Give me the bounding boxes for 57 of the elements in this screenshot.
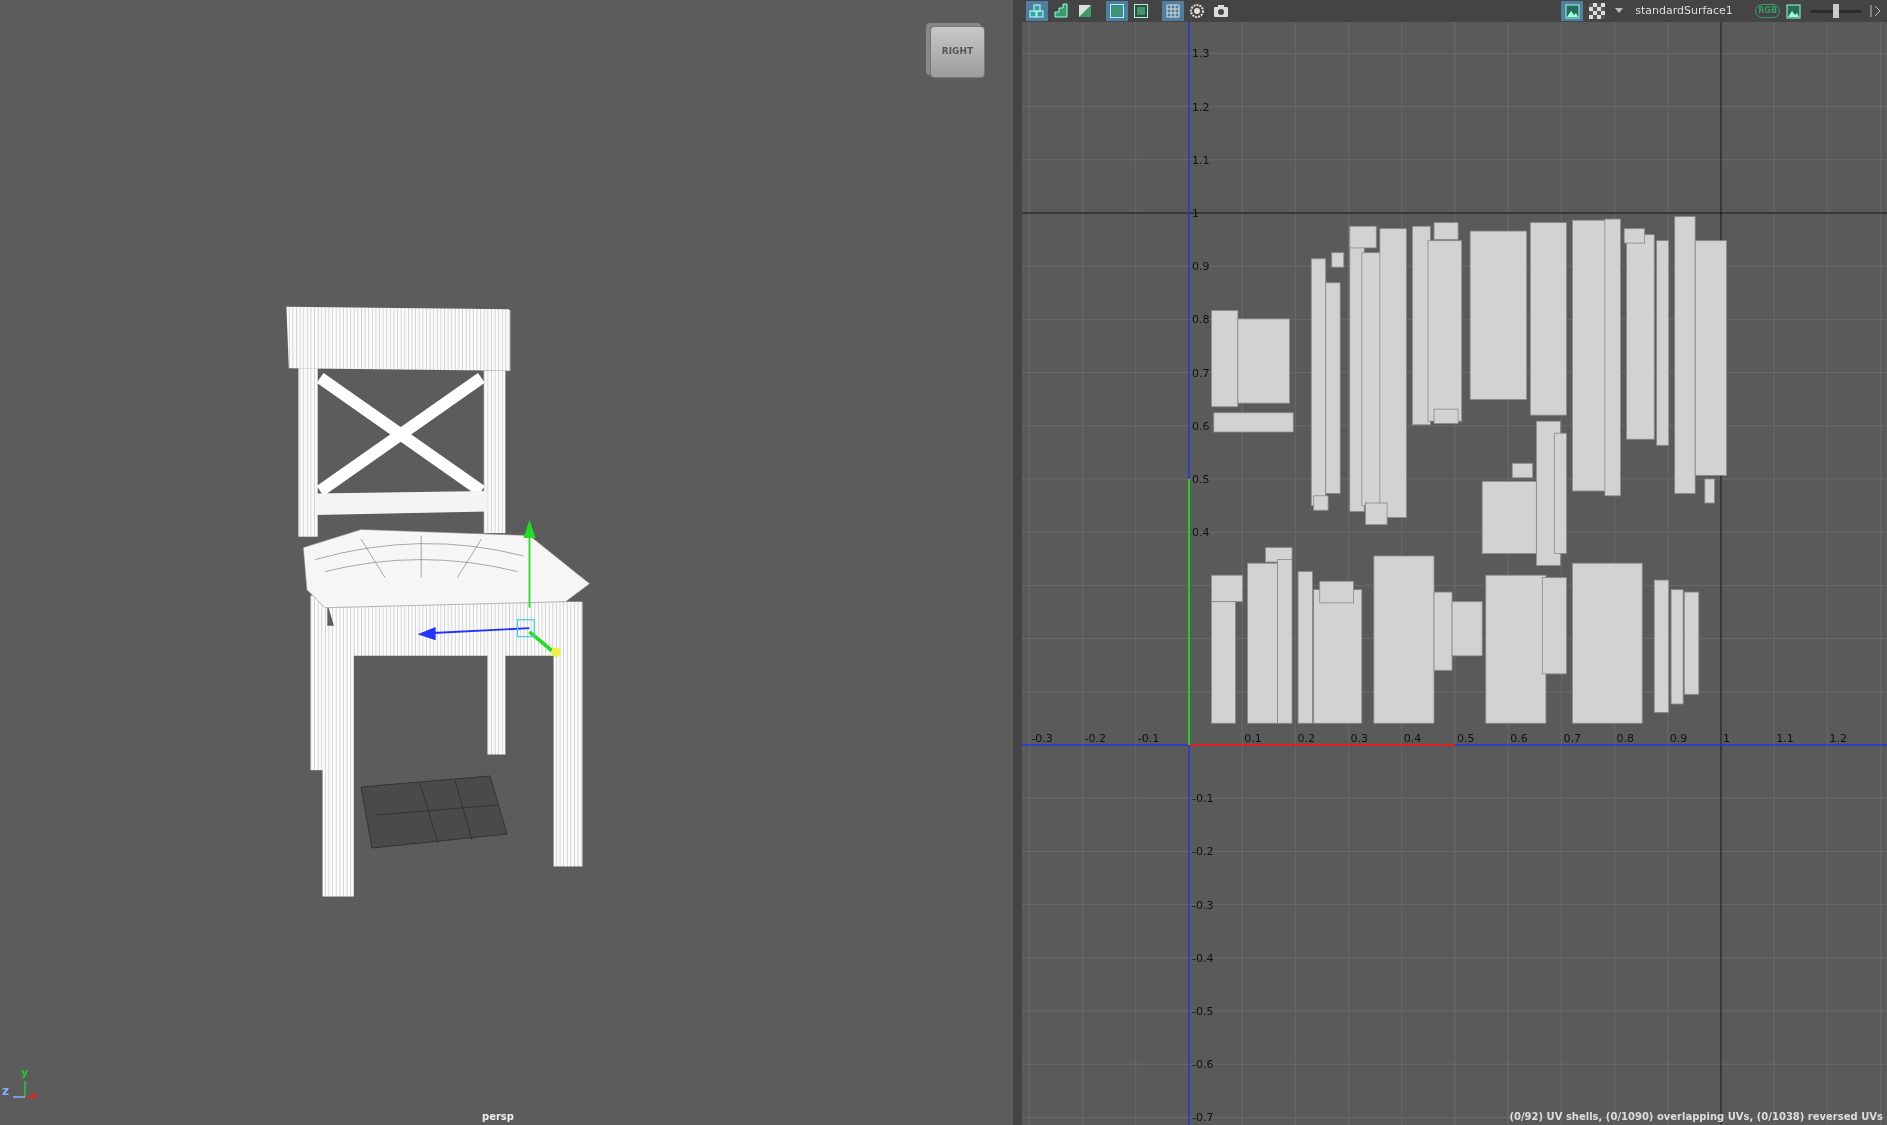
- v-axis-label: 1.1: [1192, 153, 1210, 167]
- u-axis-label: 0.3: [1350, 732, 1369, 745]
- u-axis-label: -0.1: [1137, 732, 1160, 745]
- checker-icon[interactable]: [1589, 3, 1606, 19]
- camera-label: persp: [482, 1110, 514, 1124]
- v-axis-label: 0.6: [1192, 419, 1210, 433]
- chevron-right-icon[interactable]: [1869, 4, 1883, 18]
- grid-icon: [1165, 3, 1181, 19]
- u-axis-label: 0.6: [1510, 732, 1528, 745]
- u-axis-label: 1.1: [1776, 732, 1794, 745]
- u-axis-label: 0.9: [1669, 732, 1688, 745]
- v-axis-label: 0.8: [1192, 313, 1210, 327]
- camera-icon: [1213, 3, 1229, 19]
- frame-icon: [1109, 3, 1125, 19]
- axis-label: x: [30, 1088, 38, 1104]
- exposure-slider[interactable]: [1811, 4, 1861, 18]
- u-axis-label: -0.2: [1084, 732, 1107, 745]
- v-axis-label: 1.3: [1192, 47, 1210, 61]
- circle-icon: [1189, 3, 1205, 19]
- grid-stack-icon: [1029, 3, 1045, 19]
- u-axis-label: 0.4: [1403, 732, 1422, 745]
- v-axis-label: -0.1: [1192, 792, 1214, 806]
- image-button[interactable]: [1561, 1, 1584, 21]
- shaded-square-icon: [1077, 3, 1093, 19]
- toolbar-button[interactable]: [1106, 1, 1128, 21]
- v-axis-label: -0.2: [1192, 845, 1214, 859]
- v-axis-label: 0.4: [1192, 526, 1210, 540]
- u-axis-label: 0.5: [1457, 732, 1475, 745]
- frame-icon: [1133, 3, 1149, 19]
- image-icon[interactable]: [1786, 3, 1801, 19]
- steps-icon: [1053, 3, 1069, 19]
- v-axis-label: 0.5: [1192, 473, 1210, 486]
- v-axis-label: 0.7: [1192, 366, 1210, 380]
- v-axis-label: 1.2: [1192, 100, 1210, 114]
- u-axis-label: 0.7: [1563, 732, 1581, 745]
- axis-label: y: [21, 1065, 29, 1081]
- uv-canvas[interactable]: -0.3 -0.2 -0.1 0.1 0.2 0.3 0.4 0.5 0.6 0.7 0.8 0.9 1 1.1 1.2 1.3 1.2 1.1 1 0.9 0.8 0.7 0.6 0.5 0.4 -0.1 -0.2 -0.3 -0.4 -0.5 -0.6 -0.7 (0/92) UV shells, (0/1090) overlapping UVs, (0/1038) reversed UVs: [1022, 22, 1887, 1125]
- v-axis-label: -0.3: [1192, 898, 1214, 912]
- v-axis-label: 0.9: [1192, 260, 1210, 274]
- axis-label: z: [2, 1083, 9, 1100]
- u-axis-label: -0.3: [1031, 732, 1053, 745]
- u-axis-label: 1.2: [1829, 732, 1847, 745]
- uv-status: (0/92) UV shells, (0/1090) overlapping UVs, (0/1038) reversed UVs: [1509, 1110, 1883, 1124]
- v-axis-label: 1: [1192, 207, 1199, 220]
- caret-icon[interactable]: [1615, 8, 1624, 14]
- image-icon: [1564, 3, 1580, 19]
- v-axis-label: -0.7: [1192, 1111, 1214, 1125]
- v-axis-label: -0.5: [1192, 1005, 1214, 1018]
- shader-name: standardSurface1: [1635, 2, 1734, 19]
- slider-thumb[interactable]: [1833, 4, 1839, 18]
- u-axis-label: 0.8: [1616, 732, 1635, 745]
- v-axis-label: -0.4: [1192, 951, 1214, 965]
- u-axis-label: 0.1: [1244, 732, 1262, 745]
- u-axis-label: 1: [1723, 732, 1730, 745]
- v-axis-label: -0.6: [1192, 1058, 1214, 1072]
- u-axis-label: 0.2: [1297, 732, 1315, 745]
- axis-indicator-icon: [11, 1081, 29, 1099]
